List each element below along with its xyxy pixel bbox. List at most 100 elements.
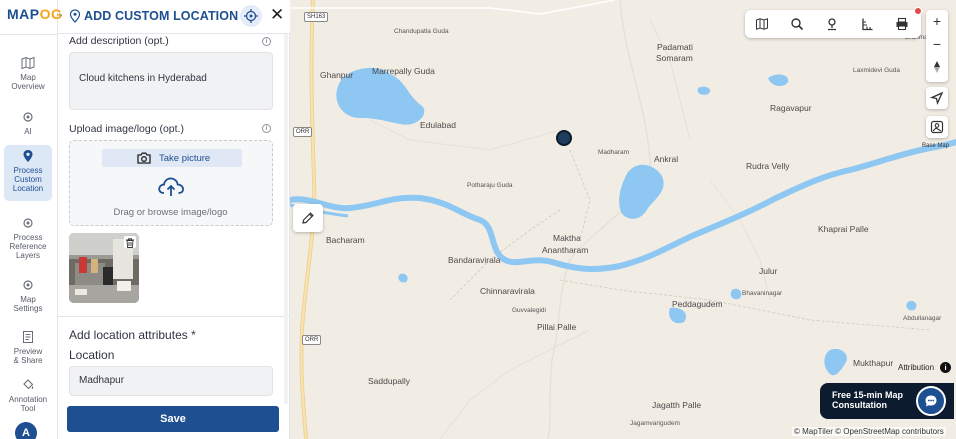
nav-label: Reference [9, 242, 47, 251]
place-label: Marrepally Guda [372, 66, 435, 76]
location-label: Location [69, 348, 115, 362]
chat-button[interactable] [916, 386, 946, 416]
save-button[interactable]: Save [67, 406, 279, 432]
attributes-title: Add location attributes * [69, 328, 196, 342]
map-view-icon[interactable] [755, 17, 769, 31]
location-pin-icon [23, 150, 33, 162]
print-icon[interactable] [895, 17, 909, 31]
uploaded-image-thumbnail[interactable] [69, 233, 139, 303]
settings-gear-icon [23, 280, 33, 290]
description-label: Add description (opt.) [69, 35, 169, 47]
nav-label: & Share [13, 356, 43, 365]
mapog-logo[interactable]: MAPOG [7, 6, 62, 22]
place-label: Bacharam [326, 235, 365, 245]
section-divider [58, 316, 290, 317]
description-textarea[interactable]: Cloud kitchens in Hyderabad [69, 52, 273, 110]
nav-ai[interactable]: AI [4, 106, 52, 136]
panel-header: › ADD CUSTOM LOCATION ✕ [58, 0, 290, 34]
place-label: Ankral [654, 154, 679, 164]
info-icon[interactable]: i [262, 124, 271, 133]
map-copyright[interactable]: © MapTiler © OpenStreetMap contributors [792, 427, 946, 436]
location-input[interactable]: Madhapur [69, 366, 273, 396]
nav-map-settings[interactable]: Map Settings [4, 274, 52, 313]
panel-title: ADD CUSTOM LOCATION [84, 9, 239, 23]
road-shield: ORR [302, 335, 322, 345]
place-label: Maktha [553, 233, 581, 243]
nav-label: Overview [11, 82, 45, 91]
place-pin-icon[interactable] [825, 17, 839, 31]
user-avatar[interactable]: A [15, 422, 37, 439]
annotation-bucket-icon [23, 379, 34, 390]
delete-image-button[interactable] [124, 236, 136, 248]
nav-label: Preview [13, 347, 43, 356]
layers-gear-icon [23, 218, 33, 228]
nav-label: Layers [15, 251, 40, 260]
place-label: Bandaravirala [448, 255, 501, 265]
custom-location-panel: › ADD CUSTOM LOCATION ✕ Add description … [58, 0, 290, 439]
map-icon [21, 56, 35, 70]
attribution-info-icon[interactable]: i [940, 362, 951, 373]
location-pin-outline-icon [69, 9, 81, 23]
place-label: Rudra Velly [746, 161, 790, 171]
base-map-button[interactable] [926, 116, 948, 138]
place-label: Ragavapur [770, 103, 812, 113]
preview-icon [23, 331, 33, 343]
trash-icon [126, 238, 134, 248]
nav-annotation-tool[interactable]: Annotation Tool [4, 374, 52, 413]
base-map-icon [930, 120, 944, 134]
nav-map-overview[interactable]: Map Overview [4, 52, 52, 91]
place-label: Julur [759, 266, 778, 276]
nav-label: Tool [20, 404, 36, 413]
nav-preview-share[interactable]: Preview & Share [4, 326, 52, 365]
navigation-arrow-icon [930, 91, 944, 105]
draw-edit-button[interactable] [293, 204, 323, 232]
upload-dropzone[interactable]: Take picture Drag or browse image/logo [69, 140, 273, 226]
camera-icon [137, 152, 151, 164]
measure-icon[interactable] [860, 17, 874, 31]
place-label: Jagamvarigudem [630, 420, 680, 427]
place-label: Guvvalegidi [512, 307, 546, 314]
place-label: Pillai Palle [537, 322, 577, 332]
place-label: Edulabad [420, 120, 456, 130]
place-label: Peddagudem [672, 299, 723, 309]
place-label: Madharam [598, 149, 630, 156]
search-icon[interactable] [790, 17, 804, 31]
compass-button[interactable] [926, 56, 948, 79]
road-shield: SH163 [304, 12, 329, 22]
place-label: Somaram [656, 53, 693, 63]
nav-process-custom-location[interactable]: Process Custom Location [4, 145, 52, 201]
divider [0, 34, 58, 35]
locate-me-button[interactable] [926, 87, 948, 109]
zoom-out-button[interactable]: − [926, 33, 948, 56]
place-label: Khaprai Palle [818, 224, 869, 234]
zoom-in-button[interactable]: + [926, 10, 948, 33]
panel-scrollbar[interactable] [284, 34, 288, 404]
ai-gear-icon [23, 112, 33, 122]
attribution-label: Attribution [898, 363, 935, 372]
nav-label: Map [20, 295, 36, 304]
locate-target-button[interactable] [240, 5, 262, 27]
crosshair-icon [244, 9, 258, 23]
location-marker[interactable] [556, 130, 572, 146]
info-icon[interactable]: i [262, 37, 271, 46]
nav-label: Process [13, 233, 43, 242]
place-label: Ghanpur [320, 70, 354, 80]
chat-bubble-icon [925, 395, 937, 407]
map-canvas[interactable]: Chandupatla Guda Padamati Somaram Ghanpu… [290, 0, 956, 439]
drag-browse-text: Drag or browse image/logo [113, 207, 228, 218]
place-label: Padamati [657, 42, 693, 52]
nav-label: Custom [14, 175, 42, 184]
place-label: Bhavaninagar [742, 290, 783, 297]
place-label: Jagatth Palle [652, 400, 702, 410]
notification-dot [914, 7, 922, 15]
map-toolbar [745, 7, 922, 38]
place-label: Chinnaravirala [480, 286, 535, 296]
close-icon[interactable]: ✕ [270, 6, 284, 24]
nav-label: Map [20, 73, 36, 82]
take-picture-label: Take picture [159, 153, 211, 164]
take-picture-button[interactable]: Take picture [102, 149, 242, 167]
nav-rail: MAPOG Map Overview AI Process Custom Loc… [0, 0, 62, 439]
nav-process-reference-layers[interactable]: Process Reference Layers [4, 212, 52, 260]
nav-label: Process [13, 166, 43, 175]
nav-label: Annotation [8, 395, 48, 404]
